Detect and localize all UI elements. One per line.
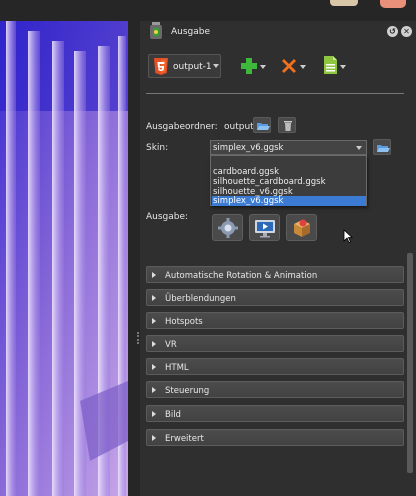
chevron-down-icon bbox=[340, 65, 346, 69]
output-label: Ausgabe: bbox=[146, 212, 189, 222]
skin-select-value: simplex_v6.ggsk bbox=[213, 143, 284, 153]
preview-button[interactable] bbox=[249, 214, 280, 241]
close-icon[interactable]: ✕ bbox=[401, 26, 412, 37]
trash-icon bbox=[284, 121, 292, 131]
skin-option[interactable]: cardboard.ggsk bbox=[212, 167, 366, 177]
delete-folder-button[interactable] bbox=[278, 117, 296, 133]
expand-triangle-icon bbox=[152, 341, 156, 347]
splitter[interactable] bbox=[128, 21, 140, 496]
section-controls[interactable]: Steuerung bbox=[146, 381, 404, 398]
panel-scrollbar[interactable] bbox=[407, 253, 413, 473]
section-label: VR bbox=[165, 340, 177, 350]
expand-triangle-icon bbox=[152, 411, 156, 417]
monitor-play-icon bbox=[255, 220, 275, 238]
skin-option-selected[interactable]: simplex_v6.ggsk bbox=[212, 196, 366, 206]
section-label: Überblendungen bbox=[165, 294, 236, 304]
output-select[interactable]: output-1 bbox=[148, 54, 221, 78]
skin-label: Skin: bbox=[146, 143, 169, 153]
add-output-button[interactable] bbox=[236, 54, 266, 78]
top-toolbar-icon-2[interactable] bbox=[380, 0, 406, 8]
folder-open-icon bbox=[257, 123, 270, 130]
panorama-preview[interactable] bbox=[0, 21, 128, 496]
section-label: HTML bbox=[165, 363, 189, 373]
chevron-down-icon bbox=[300, 65, 306, 69]
expand-triangle-icon bbox=[152, 272, 156, 278]
package-icon bbox=[294, 219, 310, 237]
section-label: Erweitert bbox=[165, 434, 204, 444]
top-toolbar-icon[interactable] bbox=[330, 0, 358, 6]
output-panel: Ausgabe ↺ ✕ output-1 Ausgabeordner: outp… bbox=[140, 21, 416, 496]
panel-header: Ausgabe ↺ ✕ bbox=[140, 21, 416, 43]
chevron-down-icon bbox=[213, 64, 219, 68]
panel-title: Ausgabe bbox=[171, 27, 211, 37]
undock-icon[interactable]: ↺ bbox=[387, 26, 398, 37]
splitter-handle[interactable] bbox=[137, 332, 139, 344]
section-rotation-animation[interactable]: Automatische Rotation & Animation bbox=[146, 266, 404, 283]
output-python-icon bbox=[148, 22, 166, 42]
section-transitions[interactable]: Überblendungen bbox=[146, 289, 404, 306]
delete-x-icon bbox=[282, 59, 296, 73]
expand-triangle-icon bbox=[152, 387, 156, 393]
expand-triangle-icon bbox=[152, 295, 156, 301]
remove-output-button[interactable] bbox=[276, 54, 306, 78]
html5-icon bbox=[153, 58, 169, 75]
section-label: Steuerung bbox=[165, 386, 210, 396]
plus-icon bbox=[241, 58, 257, 74]
section-vr[interactable]: VR bbox=[146, 335, 404, 352]
skin-select[interactable]: simplex_v6.ggsk bbox=[210, 140, 367, 155]
folder-open-icon bbox=[377, 145, 390, 152]
chevron-down-icon bbox=[356, 146, 362, 150]
open-skin-button[interactable] bbox=[373, 139, 391, 155]
expand-triangle-icon bbox=[152, 318, 156, 324]
document-button[interactable] bbox=[316, 54, 346, 78]
top-strip bbox=[0, 0, 416, 21]
mouse-cursor-icon bbox=[343, 229, 353, 244]
expand-triangle-icon bbox=[152, 435, 156, 441]
expand-triangle-icon bbox=[152, 364, 156, 370]
skin-dropdown-list[interactable]: cardboard.ggsk silhouette_cardboard.ggsk… bbox=[210, 155, 367, 206]
package-button[interactable] bbox=[286, 214, 317, 241]
section-hotspots[interactable]: Hotspots bbox=[146, 312, 404, 329]
section-html[interactable]: HTML bbox=[146, 358, 404, 375]
section-label: Automatische Rotation & Animation bbox=[165, 271, 318, 281]
gear-icon bbox=[218, 218, 238, 238]
section-image[interactable]: Bild bbox=[146, 405, 404, 422]
section-advanced[interactable]: Erweitert bbox=[146, 429, 404, 446]
open-folder-button[interactable] bbox=[253, 117, 271, 133]
skin-option[interactable]: silhouette_cardboard.ggsk bbox=[212, 177, 366, 187]
settings-button[interactable] bbox=[212, 214, 243, 241]
section-label: Bild bbox=[165, 410, 181, 420]
output-select-value: output-1 bbox=[173, 62, 212, 72]
document-icon bbox=[324, 56, 337, 74]
output-folder-label: Ausgabeordner: bbox=[146, 122, 218, 132]
separator bbox=[146, 93, 404, 94]
section-label: Hotspots bbox=[165, 317, 203, 327]
chevron-down-icon bbox=[260, 65, 266, 69]
